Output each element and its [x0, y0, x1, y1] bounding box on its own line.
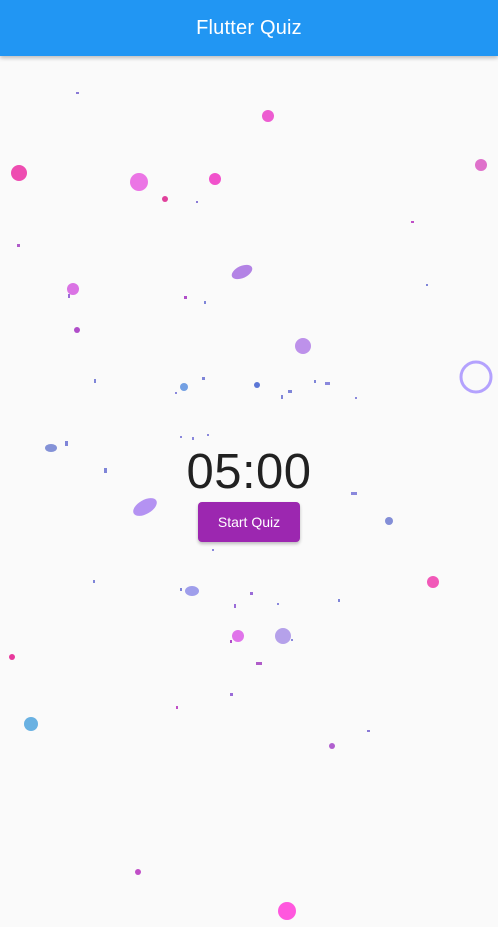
confetti-particle	[411, 221, 414, 223]
confetti-particle	[329, 743, 335, 749]
confetti-particle	[202, 377, 205, 380]
confetti-particle	[67, 283, 79, 295]
confetti-particle	[94, 379, 96, 383]
confetti-particle	[130, 173, 148, 191]
confetti-particle	[176, 706, 178, 709]
confetti-particle	[24, 717, 38, 731]
confetti-particle	[184, 296, 187, 299]
confetti-particle	[367, 730, 370, 732]
confetti-particle	[459, 360, 493, 394]
confetti-particle	[93, 580, 95, 583]
confetti-particle	[74, 327, 80, 333]
confetti-particle	[254, 382, 260, 388]
confetti-particle	[196, 201, 198, 203]
confetti-particle	[325, 382, 330, 385]
confetti-particle	[275, 628, 291, 644]
confetti-particle	[355, 397, 357, 399]
confetti-particle	[281, 395, 283, 399]
quiz-start-panel: 05:00 Start Quiz	[0, 444, 498, 542]
confetti-particle	[231, 264, 253, 280]
confetti-particle	[426, 284, 428, 286]
quiz-screen: Flutter Quiz 05:00 Start Quiz	[0, 0, 498, 927]
confetti-particle	[180, 588, 182, 591]
confetti-particle	[230, 640, 232, 643]
confetti-particle	[17, 244, 20, 247]
confetti-particle	[295, 338, 311, 354]
confetti-particle	[291, 639, 293, 641]
confetti-particle	[180, 383, 188, 391]
confetti-particle	[475, 159, 487, 171]
confetti-particle	[262, 110, 274, 122]
confetti-particle	[230, 693, 233, 696]
confetti-particle	[234, 604, 236, 608]
confetti-particle	[256, 662, 262, 665]
confetti-particle	[212, 549, 214, 551]
confetti-particle	[250, 592, 253, 595]
confetti-particle	[288, 390, 292, 393]
app-bar: Flutter Quiz	[0, 0, 498, 56]
confetti-particle	[68, 294, 70, 298]
confetti-particle	[135, 869, 141, 875]
confetti-particle	[185, 586, 199, 596]
confetti-particle	[180, 436, 182, 438]
confetti-particle	[192, 437, 194, 440]
confetti-particle	[277, 603, 279, 605]
confetti-particle	[76, 92, 79, 94]
countdown-timer: 05:00	[186, 445, 312, 499]
confetti-particle	[314, 380, 316, 383]
confetti-particle	[9, 654, 15, 660]
confetti-particle	[232, 630, 244, 642]
confetti-particle	[11, 165, 27, 181]
confetti-particle	[175, 392, 177, 394]
start-quiz-button[interactable]: Start Quiz	[198, 502, 300, 542]
confetti-particle	[162, 196, 168, 202]
confetti-particle	[427, 576, 439, 588]
confetti-particle	[204, 301, 206, 304]
confetti-particle	[278, 902, 296, 920]
app-bar-title: Flutter Quiz	[196, 16, 302, 39]
confetti-particle	[209, 173, 221, 185]
confetti-particle	[338, 599, 340, 602]
confetti-particle	[207, 434, 209, 436]
